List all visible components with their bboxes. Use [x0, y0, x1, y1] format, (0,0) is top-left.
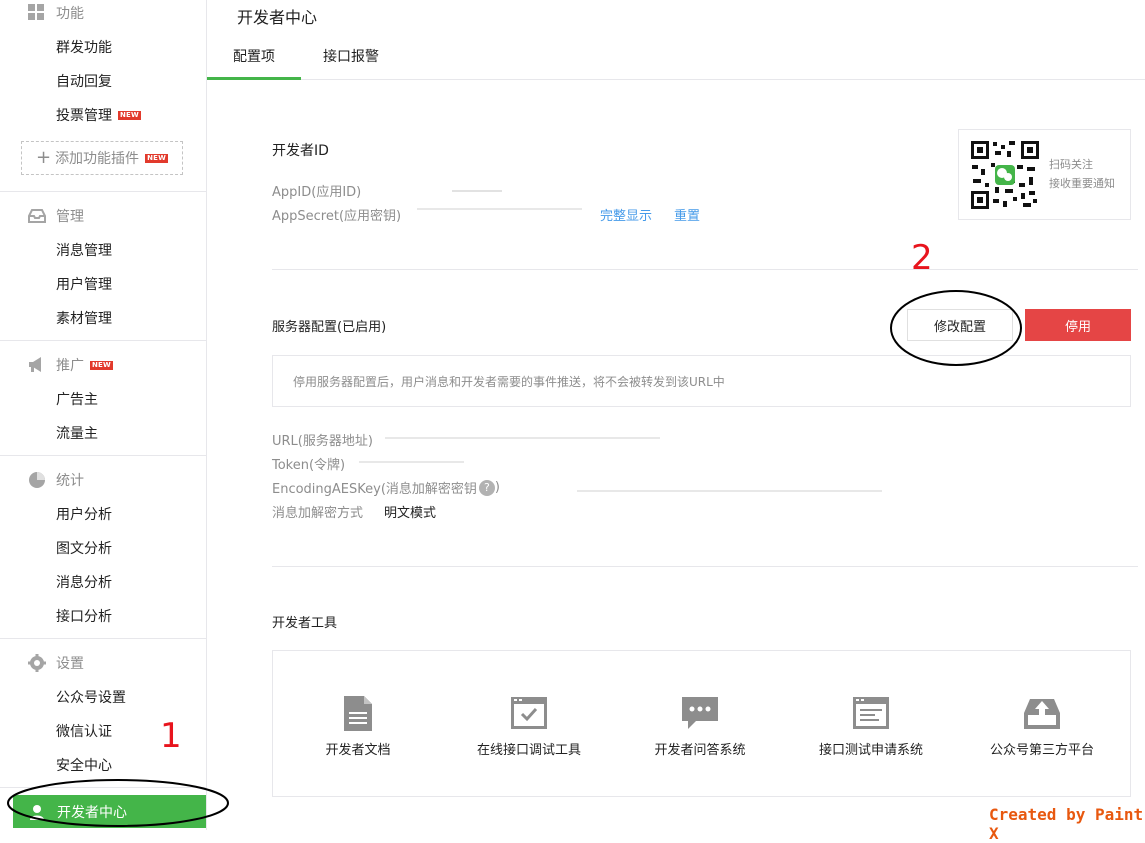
watermark: Created by Paint X	[989, 805, 1144, 843]
annotation-number-1: 1	[160, 716, 182, 756]
annotation-number-2: 2	[911, 238, 933, 278]
annotation-ellipse-dev-center	[7, 779, 229, 827]
annotation-ellipse-modify	[890, 290, 1022, 366]
annotation-overlay	[7, 290, 1022, 827]
